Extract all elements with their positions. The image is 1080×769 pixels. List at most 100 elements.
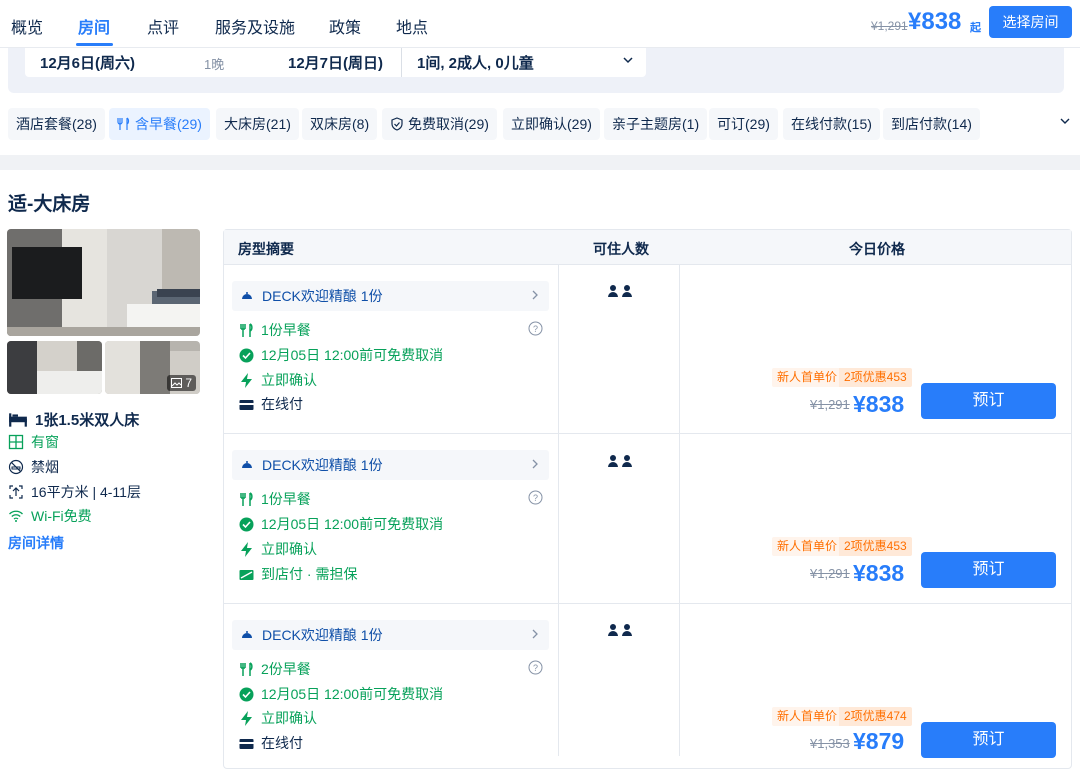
check-circle-icon <box>239 517 254 531</box>
row-divider <box>224 264 1071 265</box>
top-nav: 概览 房间 点评 服务及设施 政策 地点 ¥1,291 ¥838 起 选择房间 <box>0 0 1080 48</box>
discount-tag[interactable]: 2项优惠474 <box>839 707 912 726</box>
checkout-date[interactable]: 12月7日(周日) <box>288 52 383 73</box>
dome-icon <box>241 631 253 639</box>
tab-reviews[interactable]: 点评 <box>147 14 179 38</box>
smoking-info: 禁烟 <box>8 457 59 477</box>
cancel-policy[interactable]: 12月05日 12:00前可免费取消 <box>239 684 443 704</box>
photo-count-badge: 7 <box>167 375 196 391</box>
filter-twin-bed[interactable]: 双床房(8) <box>302 108 378 140</box>
room-title: 适-大床房 <box>8 194 91 215</box>
payment-method: 在线付 <box>239 394 303 414</box>
cancel-policy[interactable]: 12月05日 12:00前可免费取消 <box>239 514 443 534</box>
svg-text:?: ? <box>533 493 538 503</box>
package-item[interactable]: DECK欢迎精酿 1份 <box>232 281 549 311</box>
room-details-link[interactable]: 房间详情 <box>8 533 64 553</box>
search-box: 12月6日(周六) 1晚 12月7日(周日) 1间, 2成人, 0儿童 <box>25 48 646 77</box>
breakfast-icon <box>240 322 253 337</box>
breakfast-icon <box>117 117 130 130</box>
book-button[interactable]: 预订 <box>921 383 1056 419</box>
filter-pay-at-hotel[interactable]: 到店付款(14) <box>883 108 980 140</box>
book-button[interactable]: 预订 <box>921 722 1056 758</box>
tab-rooms[interactable]: 房间 <box>78 14 110 38</box>
new-user-tag: 新人首单价 <box>772 368 843 387</box>
checkin-date[interactable]: 12月6日(周六) <box>40 52 135 73</box>
guests-selector[interactable]: 1间, 2成人, 0儿童 <box>417 52 534 73</box>
room-photo-thumb-2[interactable]: 7 <box>105 341 200 394</box>
tab-overview[interactable]: 概览 <box>11 14 43 38</box>
chevron-right-icon <box>532 629 538 639</box>
tab-policies[interactable]: 政策 <box>329 14 361 38</box>
breakfast-icon <box>240 661 253 676</box>
bed-info: 1张1.5米双人床 <box>8 409 139 430</box>
book-button[interactable]: 预订 <box>921 552 1056 588</box>
new-user-tag: 新人首单价 <box>772 537 843 556</box>
filter-available[interactable]: 可订(29) <box>709 108 778 140</box>
pay-at-hotel-icon <box>239 569 254 580</box>
package-item[interactable]: DECK欢迎精酿 1份 <box>232 620 549 650</box>
shield-check-icon <box>391 117 403 131</box>
wifi-icon <box>9 510 23 522</box>
room-photo-thumb-1[interactable] <box>7 341 102 394</box>
filter-bar: 酒店套餐(28) 含早餐(29) 大床房(21) 双床房(8) 免费取消(29)… <box>0 108 1080 140</box>
discount-tag[interactable]: 2项优惠453 <box>839 537 912 556</box>
table-header: 房型摘要 可住人数 今日价格 <box>224 230 1071 264</box>
new-user-tag: 新人首单价 <box>772 707 843 726</box>
help-icon[interactable]: ? <box>528 321 543 336</box>
lightning-icon <box>241 541 252 557</box>
chevron-right-icon <box>532 290 538 300</box>
breakfast-info: 1份早餐 <box>239 489 311 509</box>
package-item[interactable]: DECK欢迎精酿 1份 <box>232 450 549 480</box>
breakfast-info: 2份早餐 <box>239 659 311 679</box>
two-people-icon <box>608 624 632 636</box>
filter-package[interactable]: 酒店套餐(28) <box>8 108 105 140</box>
dome-icon <box>241 292 253 300</box>
instant-confirm: 立即确认 <box>239 708 317 728</box>
area-icon <box>9 485 23 499</box>
tab-active-indicator <box>76 43 113 46</box>
room-photo-main[interactable] <box>7 229 200 336</box>
lightning-icon <box>241 372 252 388</box>
original-price: ¥1,291 <box>810 566 850 581</box>
bed-icon <box>9 412 27 427</box>
section-divider <box>0 155 1080 170</box>
card-icon <box>239 399 254 410</box>
top-price: ¥838 <box>908 8 962 35</box>
payment-method: 到店付 · 需担保 <box>239 564 357 584</box>
svg-text:?: ? <box>533 663 538 673</box>
chevron-right-icon <box>532 459 538 469</box>
image-icon <box>171 378 183 388</box>
filter-family-room[interactable]: 亲子主题房(1) <box>604 108 708 140</box>
help-icon[interactable]: ? <box>528 490 543 505</box>
chevron-down-icon[interactable] <box>621 53 635 67</box>
wifi-info: Wi-Fi免费 <box>8 506 92 526</box>
row-divider <box>224 433 1071 434</box>
top-old-price: ¥1,291 <box>871 19 908 33</box>
row-divider <box>224 603 1071 604</box>
dome-icon <box>241 461 253 469</box>
select-room-button[interactable]: 选择房间 <box>989 6 1072 38</box>
filter-pay-online[interactable]: 在线付款(15) <box>783 108 880 140</box>
current-price: ¥838 <box>853 391 905 417</box>
current-price: ¥838 <box>853 560 905 586</box>
divider <box>401 48 402 77</box>
tab-location[interactable]: 地点 <box>396 14 428 38</box>
price-from-label: 起 <box>970 22 981 34</box>
nights-count: 1晚 <box>204 57 225 72</box>
tab-facilities[interactable]: 服务及设施 <box>215 14 295 38</box>
filter-breakfast[interactable]: 含早餐(29) <box>109 108 210 140</box>
filter-king-bed[interactable]: 大床房(21) <box>216 108 299 140</box>
two-people-icon <box>608 285 632 297</box>
original-price: ¥1,353 <box>810 736 850 751</box>
svg-text:?: ? <box>533 324 538 334</box>
two-people-icon <box>608 455 632 467</box>
instant-confirm: 立即确认 <box>239 539 317 559</box>
help-icon[interactable]: ? <box>528 660 543 675</box>
window-info: 有窗 <box>8 432 59 452</box>
discount-tag[interactable]: 2项优惠453 <box>839 368 912 387</box>
check-circle-icon <box>239 687 254 701</box>
chevron-down-icon[interactable] <box>1058 114 1072 128</box>
filter-instant-confirm[interactable]: 立即确认(29) <box>503 108 600 140</box>
filter-free-cancel[interactable]: 免费取消(29) <box>382 108 497 140</box>
cancel-policy[interactable]: 12月05日 12:00前可免费取消 <box>239 345 443 365</box>
